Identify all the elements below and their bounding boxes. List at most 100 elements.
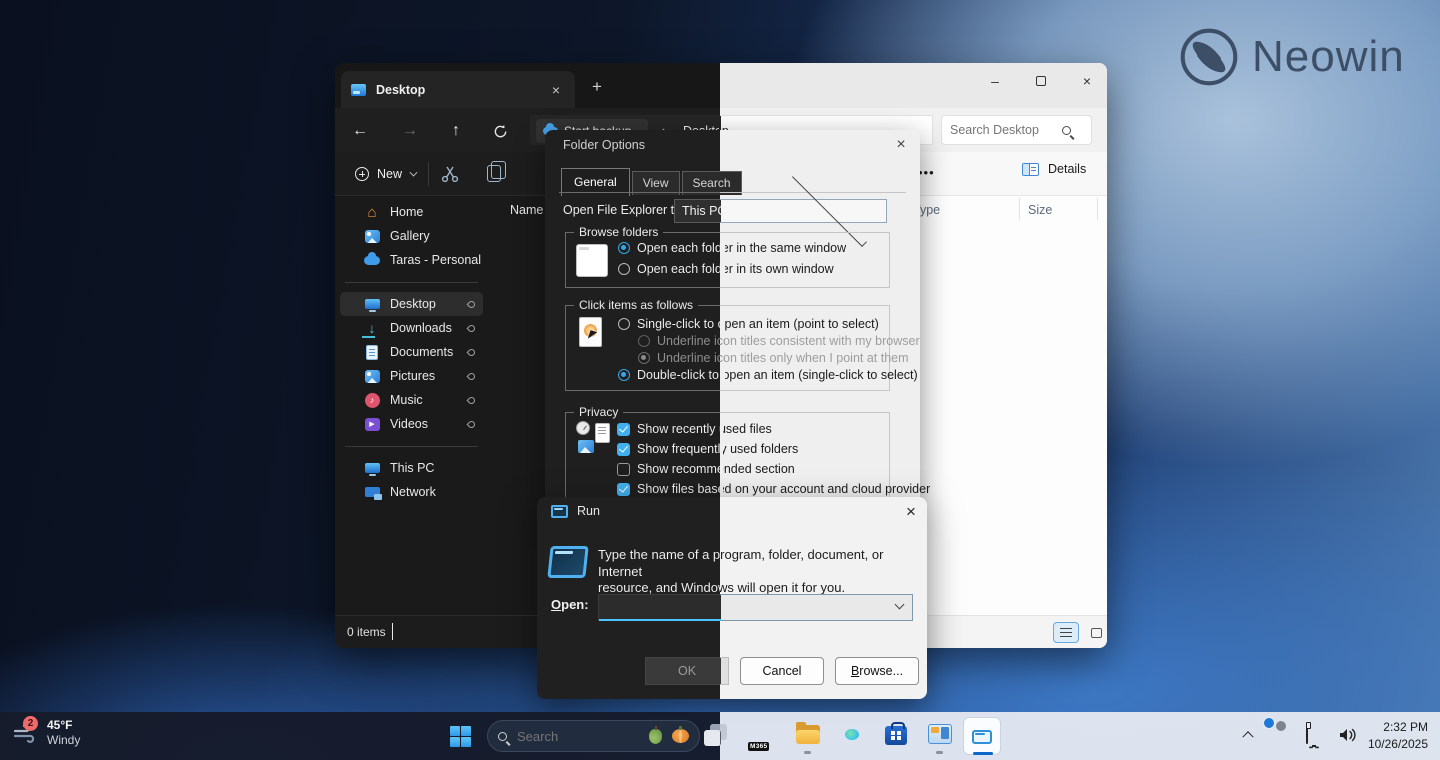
column-header-name[interactable]: Name: [510, 203, 543, 217]
browse-button[interactable]: Browse...: [835, 657, 919, 685]
run-open-combobox[interactable]: [598, 594, 913, 621]
radio-icon: [638, 335, 650, 347]
sidebar-item-documents[interactable]: Documents: [340, 340, 483, 364]
clock-time: 2:32 PM: [1368, 719, 1428, 736]
run-command-input[interactable]: [599, 595, 912, 620]
taskbar-search-input[interactable]: [517, 729, 639, 744]
explorer-search-box[interactable]: [941, 115, 1092, 145]
tray-overflow-button[interactable]: [1244, 730, 1254, 740]
details-view-button[interactable]: Details: [1022, 162, 1086, 176]
weather-temp: 45°F: [47, 718, 80, 733]
radio-underline-consistent[interactable]: Underline icon titles consistent with my…: [638, 334, 920, 348]
cancel-button[interactable]: Cancel: [740, 657, 824, 685]
run-taskbar-button-active[interactable]: [963, 717, 1001, 755]
radio-icon[interactable]: [618, 369, 630, 381]
videos-icon: ▶: [364, 416, 380, 432]
task-view-button[interactable]: [704, 724, 730, 748]
radio-double-click[interactable]: Double-click to open an item (single-cli…: [618, 368, 918, 382]
open-explorer-to-dropdown[interactable]: This PC: [674, 199, 887, 223]
taskbar-search-box[interactable]: [487, 720, 700, 752]
chevron-down-icon: [410, 169, 418, 177]
column-divider[interactable]: [1019, 198, 1020, 220]
explorer-tab-desktop[interactable]: Desktop ×: [341, 71, 575, 108]
grid-view-icon: [1091, 628, 1102, 638]
up-button[interactable]: ↑: [443, 118, 469, 144]
checkbox-icon[interactable]: [617, 463, 630, 476]
checkbox-icon[interactable]: [617, 483, 630, 496]
new-tab-button[interactable]: +: [592, 77, 602, 97]
dialog-title: Folder Options: [563, 138, 645, 152]
radio-own-window[interactable]: Open each folder in its own window: [618, 262, 834, 276]
minimize-button[interactable]: –: [975, 69, 1015, 93]
edge-taskbar-button[interactable]: [839, 722, 865, 748]
new-button-label: New: [377, 167, 402, 181]
search-icon: [498, 732, 507, 741]
focus-accent-underline: [599, 619, 721, 621]
maximize-icon: [1036, 76, 1046, 86]
pin-icon: [467, 419, 477, 429]
volume-tray-button[interactable]: [1338, 726, 1358, 749]
wind-icon: 2: [12, 720, 38, 746]
pinned-app-taskbar-button[interactable]: [927, 722, 953, 748]
checkbox-icon[interactable]: [617, 443, 630, 456]
radio-single-click[interactable]: Single-click to open an item (point to s…: [618, 317, 879, 331]
cut-button[interactable]: [440, 164, 460, 184]
refresh-button[interactable]: [487, 118, 513, 144]
icons-view-toggle[interactable]: [1084, 622, 1107, 643]
forward-button[interactable]: →: [397, 118, 423, 144]
radio-same-window[interactable]: Open each folder in the same window: [618, 241, 846, 255]
run-description: Type the name of a program, folder, docu…: [598, 547, 924, 597]
group-title: Click items as follows: [574, 298, 698, 312]
sidebar-item-music[interactable]: ♪ Music: [340, 388, 483, 412]
taskbar-clock[interactable]: 2:32 PM 10/26/2025: [1368, 719, 1428, 754]
search-desktop-input[interactable]: [950, 123, 1062, 137]
store-taskbar-button[interactable]: [883, 722, 909, 748]
weather-widget[interactable]: 2 45°F Windy: [12, 718, 80, 748]
radio-underline-point[interactable]: Underline icon titles only when I point …: [638, 351, 909, 365]
run-app-icon: [972, 730, 992, 744]
tab-close-icon[interactable]: ×: [547, 82, 565, 98]
clock-date: 10/26/2025: [1368, 736, 1428, 753]
radio-icon[interactable]: [618, 242, 630, 254]
ok-button[interactable]: OK: [645, 657, 729, 685]
onedrive-icon: [364, 252, 380, 268]
sidebar-item-downloads[interactable]: ↓ Downloads: [340, 316, 483, 340]
sidebar-item-this-pc[interactable]: This PC: [340, 456, 483, 480]
copilot-m365-button[interactable]: M365: [751, 722, 777, 748]
pin-icon: [467, 299, 477, 309]
radio-icon[interactable]: [618, 318, 630, 330]
maximize-button[interactable]: [1021, 69, 1061, 93]
sidebar-item-videos[interactable]: ▶ Videos: [340, 412, 483, 436]
sidebar-item-home[interactable]: ⌂ Home: [340, 200, 483, 224]
network-tray-button[interactable]: [1306, 726, 1308, 744]
see-more-button[interactable]: •••: [918, 165, 935, 180]
start-button[interactable]: [444, 720, 476, 752]
file-explorer-taskbar-button[interactable]: [795, 722, 821, 748]
details-view-toggle[interactable]: [1053, 622, 1079, 643]
column-divider[interactable]: [1097, 198, 1098, 220]
back-button[interactable]: ←: [347, 118, 373, 144]
run-close-button[interactable]: ×: [899, 500, 923, 524]
column-header-size[interactable]: Size: [1028, 203, 1052, 217]
sidebar-item-network[interactable]: Network: [340, 480, 483, 504]
explorer-sidebar: ⌂ Home Gallery Taras - Personal Desktop …: [335, 200, 488, 504]
checkbox-recent-files[interactable]: Show recently used files: [617, 422, 772, 436]
checkbox-icon[interactable]: [617, 423, 630, 436]
scissors-icon: [440, 164, 460, 184]
sidebar-item-desktop[interactable]: Desktop: [340, 292, 483, 316]
dialog-close-button[interactable]: ×: [890, 134, 912, 156]
sidebar-item-gallery[interactable]: Gallery: [340, 224, 483, 248]
radio-icon[interactable]: [618, 263, 630, 275]
checkbox-frequent-folders[interactable]: Show frequently used folders: [617, 442, 798, 456]
close-button[interactable]: ×: [1067, 69, 1107, 93]
sidebar-divider: [335, 272, 488, 292]
checkbox-recommended[interactable]: Show recommended section: [617, 462, 795, 476]
sidebar-item-onedrive[interactable]: Taras - Personal: [340, 248, 483, 272]
new-button[interactable]: New: [345, 159, 427, 189]
checkbox-cloud-files[interactable]: Show files based on your account and clo…: [617, 482, 930, 496]
run-window-icon: [551, 505, 568, 518]
run-title: Run: [577, 504, 600, 518]
sidebar-item-pictures[interactable]: Pictures: [340, 364, 483, 388]
chevron-up-icon: [1242, 731, 1253, 742]
copy-button[interactable]: [487, 165, 501, 182]
